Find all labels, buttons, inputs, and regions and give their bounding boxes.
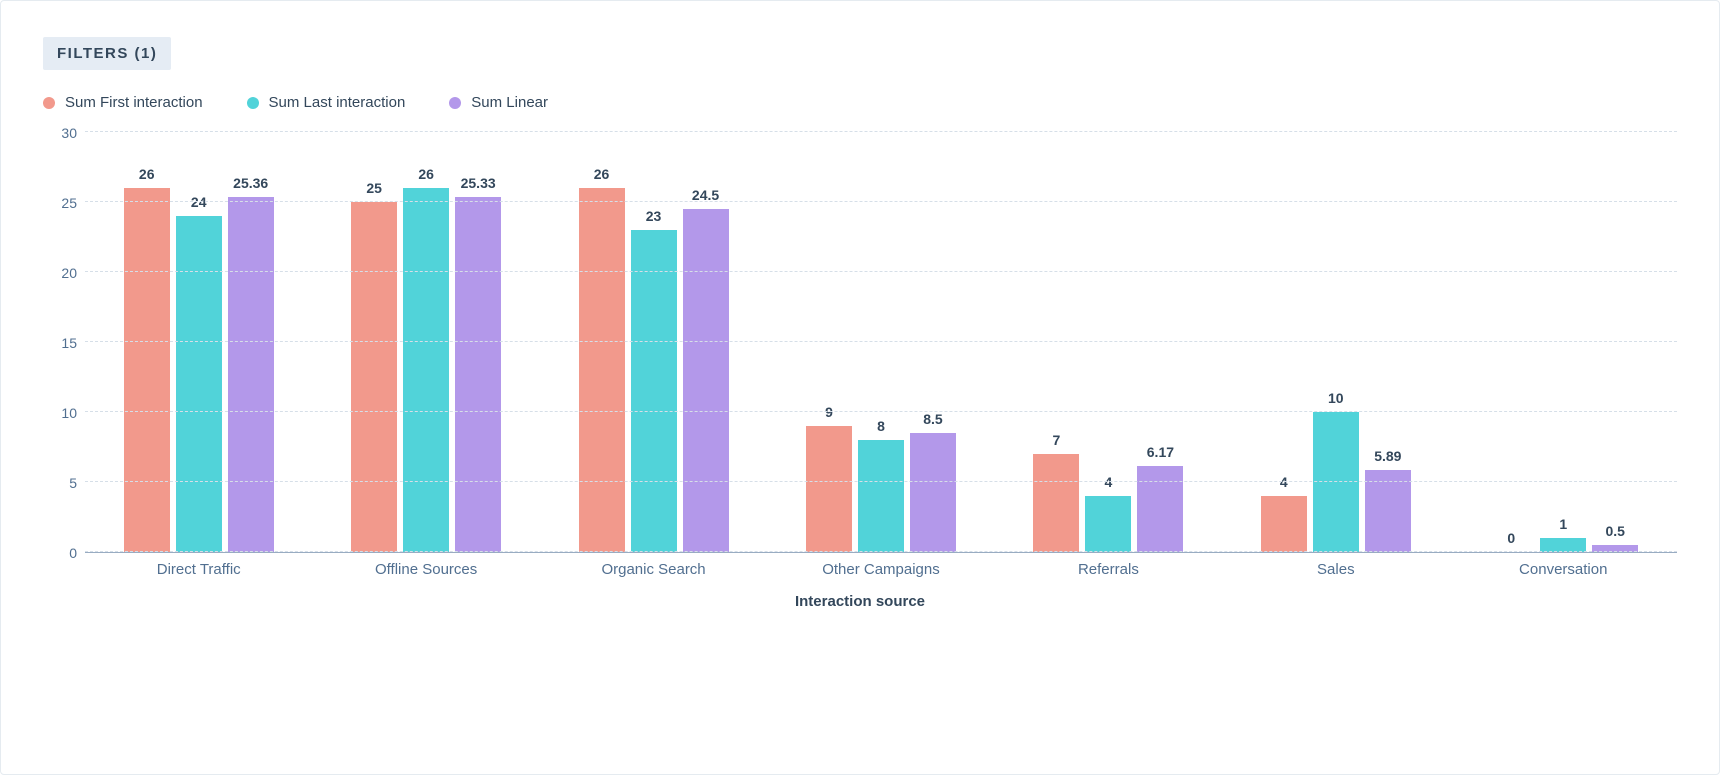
y-tick-label: 10 <box>43 405 77 421</box>
bar[interactable]: 4 <box>1085 496 1131 552</box>
legend-item-first[interactable]: Sum First interaction <box>43 94 203 111</box>
bar-value-label: 25.36 <box>233 175 268 191</box>
bar[interactable]: 24 <box>176 216 222 552</box>
y-axis: 051015202530 <box>43 133 85 553</box>
x-tick-label: Conversation <box>1450 561 1677 578</box>
bar-groups: 262425.36252625.33262324.5988.5746.17410… <box>85 133 1677 552</box>
legend-dot-icon <box>43 97 55 109</box>
bar-value-label: 10 <box>1328 390 1344 406</box>
x-tick-label: Offline Sources <box>312 561 539 578</box>
legend-item-last[interactable]: Sum Last interaction <box>247 94 406 111</box>
gridline <box>85 411 1677 412</box>
gridline <box>85 481 1677 482</box>
plot-area: 262425.36252625.33262324.5988.5746.17410… <box>85 133 1677 553</box>
bar-group: 4105.89 <box>1222 133 1449 552</box>
bar[interactable]: 26 <box>579 188 625 552</box>
gridline <box>85 271 1677 272</box>
legend-dot-icon <box>449 97 461 109</box>
y-tick-label: 30 <box>43 125 77 141</box>
bar-group: 262324.5 <box>540 133 767 552</box>
bar-value-label: 5.89 <box>1374 448 1401 464</box>
bar-group: 252625.33 <box>312 133 539 552</box>
bar[interactable]: 26 <box>403 188 449 552</box>
gridline <box>85 551 1677 552</box>
bar[interactable]: 26 <box>124 188 170 552</box>
bar-value-label: 26 <box>594 166 610 182</box>
bar-value-label: 26 <box>418 166 434 182</box>
bar-value-label: 4 <box>1280 474 1288 490</box>
bar-value-label: 0.5 <box>1606 523 1625 539</box>
y-tick-label: 15 <box>43 335 77 351</box>
bar[interactable]: 25.36 <box>228 197 274 552</box>
legend-label: Sum Linear <box>471 94 548 111</box>
bar[interactable]: 25.33 <box>455 197 501 552</box>
x-tick-label: Other Campaigns <box>767 561 994 578</box>
bar-value-label: 7 <box>1052 432 1060 448</box>
filters-button[interactable]: FILTERS (1) <box>43 37 171 70</box>
chart-card: FILTERS (1) Sum First interaction Sum La… <box>0 0 1720 775</box>
bar-group: 988.5 <box>767 133 994 552</box>
bar-value-label: 23 <box>646 208 662 224</box>
y-tick-label: 5 <box>43 475 77 491</box>
bar-value-label: 8 <box>877 418 885 434</box>
bar[interactable]: 10 <box>1313 412 1359 552</box>
bar[interactable]: 8.5 <box>910 433 956 552</box>
bar[interactable]: 9 <box>806 426 852 552</box>
y-tick-label: 20 <box>43 265 77 281</box>
x-axis-title: Interaction source <box>43 593 1677 610</box>
bar-value-label: 9 <box>825 404 833 420</box>
bar-group: 010.5 <box>1450 133 1677 552</box>
bar-value-label: 0 <box>1507 530 1515 546</box>
bar[interactable]: 23 <box>631 230 677 552</box>
bar-value-label: 8.5 <box>923 411 942 427</box>
gridline <box>85 201 1677 202</box>
bar-value-label: 25.33 <box>461 175 496 191</box>
x-tick-label: Sales <box>1222 561 1449 578</box>
bar[interactable]: 8 <box>858 440 904 552</box>
x-axis-labels: Direct TrafficOffline SourcesOrganic Sea… <box>85 561 1677 578</box>
bar-value-label: 1 <box>1559 516 1567 532</box>
bar[interactable]: 24.5 <box>683 209 729 552</box>
bar[interactable]: 6.17 <box>1137 466 1183 552</box>
bar-value-label: 4 <box>1104 474 1112 490</box>
legend-label: Sum Last interaction <box>269 94 406 111</box>
bar[interactable]: 25 <box>351 202 397 552</box>
bar-value-label: 6.17 <box>1147 444 1174 460</box>
bar[interactable]: 1 <box>1540 538 1586 552</box>
x-tick-label: Direct Traffic <box>85 561 312 578</box>
legend-label: Sum First interaction <box>65 94 203 111</box>
y-tick-label: 25 <box>43 195 77 211</box>
bar[interactable]: 7 <box>1033 454 1079 552</box>
y-tick-label: 0 <box>43 545 77 561</box>
gridline <box>85 341 1677 342</box>
bar[interactable]: 4 <box>1261 496 1307 552</box>
bar-value-label: 25 <box>366 180 382 196</box>
legend: Sum First interaction Sum Last interacti… <box>43 94 1677 111</box>
legend-item-linear[interactable]: Sum Linear <box>449 94 548 111</box>
bar-value-label: 26 <box>139 166 155 182</box>
x-tick-label: Organic Search <box>540 561 767 578</box>
gridline <box>85 131 1677 132</box>
chart-area: 051015202530 262425.36252625.33262324.59… <box>43 133 1677 643</box>
x-tick-label: Referrals <box>995 561 1222 578</box>
legend-dot-icon <box>247 97 259 109</box>
bar-group: 746.17 <box>995 133 1222 552</box>
bar-value-label: 24 <box>191 194 207 210</box>
bar-group: 262425.36 <box>85 133 312 552</box>
